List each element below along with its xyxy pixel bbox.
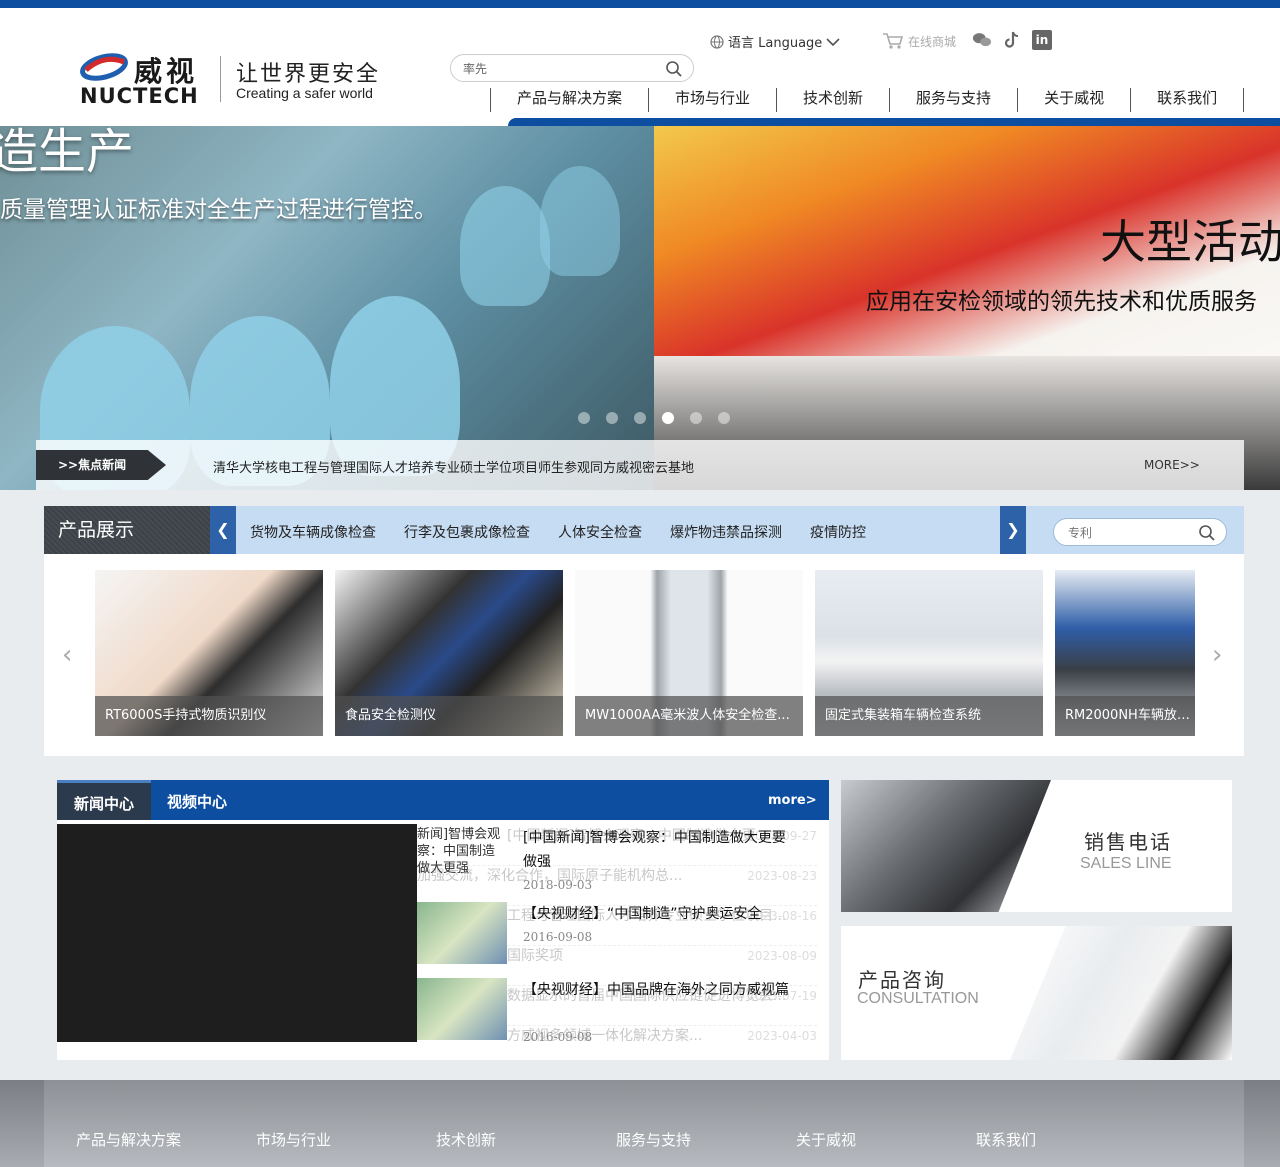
nuctech-logo-icon[interactable] <box>80 52 128 82</box>
product-card[interactable]: RM2000NH车辆放射性... <box>1055 570 1195 736</box>
news-item-sliver[interactable]: 新闻]智博会观察：中国制造做大更强 <box>417 826 503 876</box>
focus-news-tag: >>焦点新闻 <box>36 450 166 480</box>
category-next-button[interactable]: ❯ <box>1000 506 1026 554</box>
consultation-title: 产品咨询 <box>858 968 946 992</box>
cart-icon <box>883 33 904 49</box>
product-search <box>1053 518 1227 546</box>
category-explosives[interactable]: 爆炸物违禁品探测 <box>670 522 782 542</box>
carousel-dots <box>578 412 730 424</box>
slogan-chinese: 让世界更安全 <box>236 62 381 87</box>
chevron-down-icon <box>826 37 840 46</box>
sales-line-title: 销售电话 <box>1084 830 1172 854</box>
category-prev-button[interactable]: ❮ <box>210 506 236 554</box>
top-accent-bar <box>0 0 1280 8</box>
product-categories: 货物及车辆成像检查 行李及包裹成像检查 人体安全检查 爆炸物违禁品探测 疫情防控 <box>250 522 866 542</box>
video-item-title[interactable]: 【央视财经】“中国制造”守护奥运安全 <box>523 902 793 926</box>
category-people[interactable]: 人体安全检查 <box>558 522 642 542</box>
nav-item-markets[interactable]: 市场与行业 <box>648 88 776 112</box>
logo-english-name[interactable]: NUCTECH <box>80 84 199 108</box>
globe-icon <box>710 34 724 49</box>
product-search-input[interactable] <box>1068 524 1188 542</box>
nav-item-innovation[interactable]: 技术创新 <box>776 88 889 112</box>
nav-item-about[interactable]: 关于威视 <box>1017 88 1130 112</box>
language-selector[interactable]: 语言 Language <box>710 32 840 51</box>
site-search <box>450 54 694 82</box>
banner-right-subtitle: 应用在安检领域的领先技术和优质服务 <box>866 289 1257 315</box>
product-card[interactable]: MW1000AA毫米波人体安全检查... <box>575 570 803 736</box>
carousel-dot[interactable] <box>578 412 590 424</box>
product-card[interactable]: 固定式集装箱车辆检查系统 <box>815 570 1043 736</box>
video-thumbnail[interactable] <box>417 902 507 964</box>
video-item-date: 2016-09-08 <box>523 1030 593 1044</box>
sales-line-subtitle: SALES LINE <box>1080 855 1172 872</box>
tab-news-center[interactable]: 新闻中心 <box>57 780 151 820</box>
search-icon[interactable] <box>665 60 683 78</box>
category-cargo-vehicle[interactable]: 货物及车辆成像检查 <box>250 522 376 542</box>
slogan-english: Creating a safer world <box>236 85 373 101</box>
news-more-link[interactable]: more> <box>768 793 817 808</box>
footer-nav: 产品与解决方案 市场与行业 技术创新 服务与支持 关于威视 联系我们 <box>76 1129 1156 1150</box>
search-icon[interactable] <box>1198 524 1216 542</box>
footer-nav-contact[interactable]: 联系我们 <box>976 1129 1156 1150</box>
nav-item-service[interactable]: 服务与支持 <box>889 88 1017 112</box>
video-thumbnail[interactable] <box>417 978 507 1040</box>
shop-label: 在线商城 <box>908 34 957 49</box>
carousel-dot[interactable] <box>634 412 646 424</box>
video-item-date: 2018-09-03 <box>523 878 593 892</box>
nav-accent-bar <box>508 118 1280 126</box>
nav-item-contact[interactable]: 联系我们 <box>1130 88 1245 112</box>
carousel-dot[interactable] <box>718 412 730 424</box>
product-name: 固定式集装箱车辆检查系统 <box>815 696 1043 736</box>
banner-right-title: 大型活动 <box>1100 215 1280 269</box>
video-item-title[interactable]: 【央视财经】中国品牌在海外之同方威视篇 <box>523 978 793 1002</box>
video-item-title[interactable]: [中国新闻]智博会观察：中国制造做大更要做强 <box>523 826 793 874</box>
footer-nav-about[interactable]: 关于威视 <box>796 1129 976 1150</box>
site-search-input[interactable] <box>463 59 663 77</box>
social-links: in <box>972 30 1052 50</box>
carousel-dot[interactable] <box>606 412 618 424</box>
footer-nav-service[interactable]: 服务与支持 <box>616 1129 796 1150</box>
nav-item-products[interactable]: 产品与解决方案 <box>490 88 648 112</box>
footer-nav-innovation[interactable]: 技术创新 <box>436 1129 616 1150</box>
online-shop-link[interactable]: 在线商城 <box>882 32 956 50</box>
product-name: RM2000NH车辆放射性... <box>1055 696 1195 736</box>
product-name: 食品安全检测仪 <box>335 696 563 736</box>
video-player[interactable] <box>57 824 417 1042</box>
consultation-subtitle: CONSULTATION <box>857 990 979 1007</box>
tab-video-center[interactable]: 视频中心 <box>167 791 227 812</box>
product-name: MW1000AA毫米波人体安全检查... <box>575 696 803 736</box>
product-card[interactable]: 食品安全检测仪 <box>335 570 563 736</box>
product-card[interactable]: RT6000S手持式物质识别仪 <box>95 570 323 736</box>
language-label: 语言 Language <box>728 36 823 51</box>
focus-news-headline[interactable]: 清华大学核电工程与管理国际人才培养专业硕士学位项目师生参观同方威视密云基地 <box>213 457 694 476</box>
category-baggage[interactable]: 行李及包裹成像检查 <box>404 522 530 542</box>
footer-nav-products[interactable]: 产品与解决方案 <box>76 1129 256 1150</box>
carousel-dot-active[interactable] <box>662 412 674 424</box>
carousel-dot[interactable] <box>690 412 702 424</box>
linkedin-icon[interactable]: in <box>1032 30 1052 50</box>
product-prev-arrow-icon[interactable]: ‹ <box>62 640 72 670</box>
focus-news-more-link[interactable]: MORE>> <box>1144 458 1200 472</box>
category-epidemic[interactable]: 疫情防控 <box>810 522 866 542</box>
logo-divider <box>220 56 221 102</box>
banner-left-subtitle: 质量管理认证标准对全生产过程进行管控。 <box>0 197 437 223</box>
footer-nav-markets[interactable]: 市场与行业 <box>256 1129 436 1150</box>
product-name: RT6000S手持式物质识别仪 <box>95 696 323 736</box>
wechat-icon[interactable] <box>972 30 992 50</box>
banner-left-title: 造生产 <box>0 124 135 180</box>
tiktok-icon[interactable] <box>1002 30 1022 50</box>
footer-inner <box>44 1080 1244 1167</box>
video-item-date: 2016-09-08 <box>523 930 593 944</box>
product-section-title: 产品展示 <box>44 506 210 554</box>
main-nav: 产品与解决方案 市场与行业 技术创新 服务与支持 关于威视 联系我们 <box>490 88 1245 112</box>
product-next-arrow-icon[interactable]: › <box>1212 640 1222 670</box>
